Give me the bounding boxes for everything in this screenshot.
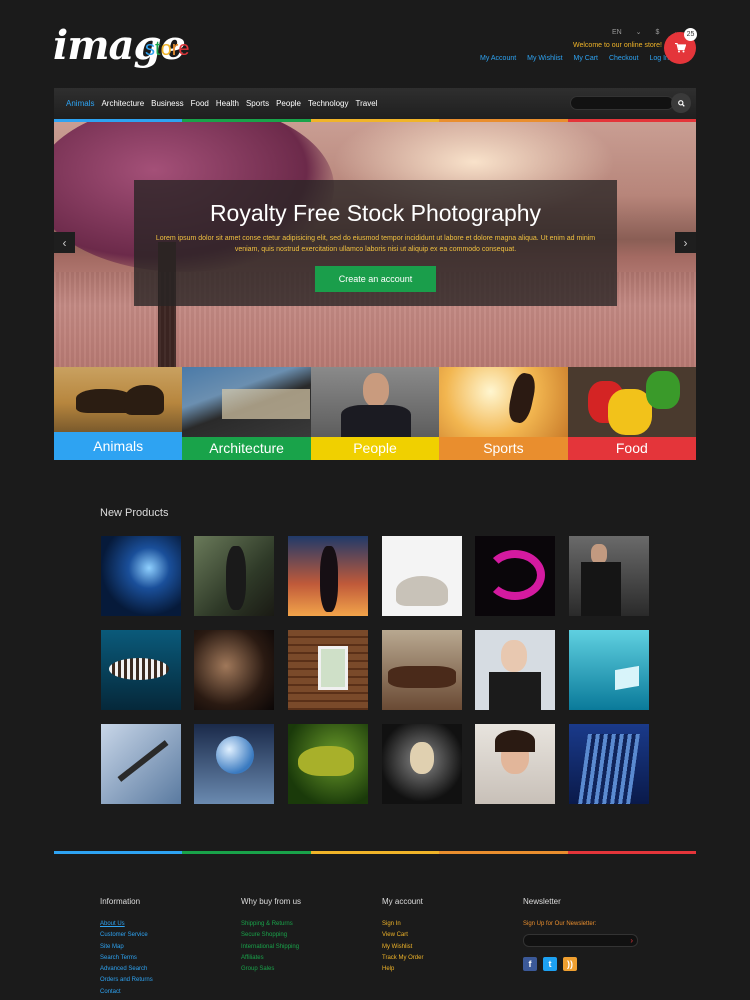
product-thumbnail-9[interactable] <box>288 630 368 710</box>
footer-link-my-wishlist[interactable]: My Wishlist <box>382 942 423 953</box>
product-thumbnail-7[interactable] <box>101 630 181 710</box>
my-account-link[interactable]: My Account <box>480 55 516 62</box>
language-select[interactable]: EN ⌄ <box>612 29 642 36</box>
hero-description: Lorem ipsum dolor sit amet conse ctetur … <box>155 235 596 253</box>
footer-why-buy: Why buy from us Shipping & Returns Secur… <box>241 897 301 975</box>
animals-photo <box>54 367 183 432</box>
product-thumbnail-11[interactable] <box>475 630 555 710</box>
nav-item-technology[interactable]: Technology <box>308 99 348 108</box>
footer-link-customer-service[interactable]: Customer Service <box>100 930 153 941</box>
my-cart-link[interactable]: My Cart <box>573 55 598 62</box>
sports-photo <box>439 367 568 437</box>
nav-item-sports[interactable]: Sports <box>246 99 269 108</box>
slider-prev-button[interactable]: ‹ <box>54 232 75 253</box>
product-thumbnail-5[interactable] <box>475 536 555 616</box>
nav-item-business[interactable]: Business <box>151 99 183 108</box>
category-tile-food[interactable]: Food <box>567 367 697 460</box>
product-thumbnail-17[interactable] <box>475 724 555 804</box>
product-thumbnail-12[interactable] <box>569 630 649 710</box>
product-thumbnail-14[interactable] <box>194 724 274 804</box>
rss-icon[interactable]: )) <box>563 957 577 972</box>
nav-item-health[interactable]: Health <box>216 99 239 108</box>
product-thumbnail-13[interactable] <box>101 724 181 804</box>
product-thumbnail-16[interactable] <box>382 724 462 804</box>
product-thumbnail-18[interactable] <box>569 724 649 804</box>
category-tile-animals[interactable]: Animals <box>54 367 183 460</box>
footer-link-about-us[interactable]: About Us <box>100 919 153 930</box>
footer-my-account-title: My account <box>382 897 423 906</box>
nav-item-people[interactable]: People <box>276 99 301 108</box>
slider-next-button[interactable]: › <box>675 232 696 253</box>
footer-link-orders-returns[interactable]: Orders and Returns <box>100 975 153 986</box>
category-tiles: Animals Architecture People Sports Food <box>54 367 697 460</box>
nav-item-food[interactable]: Food <box>191 99 209 108</box>
category-tile-architecture[interactable]: Architecture <box>182 367 311 460</box>
search-button[interactable] <box>671 93 691 113</box>
twitter-icon[interactable]: t <box>543 957 557 972</box>
main-navigation: Animals Architecture Business Food Health Spo… <box>54 88 696 119</box>
footer-link-shipping-returns[interactable]: Shipping & Returns <box>241 919 301 930</box>
footer-link-secure-shopping[interactable]: Secure Shopping <box>241 930 301 941</box>
newsletter-email-input[interactable]: › <box>523 934 638 948</box>
footer-link-track-order[interactable]: Track My Order <box>382 953 423 964</box>
product-thumbnail-6[interactable] <box>569 536 649 616</box>
product-thumbnail-15[interactable] <box>288 724 368 804</box>
footer-information: Information About Us Customer Service Si… <box>100 897 153 998</box>
new-products-heading: New Products <box>100 507 169 519</box>
footer-link-group-sales[interactable]: Group Sales <box>241 964 301 975</box>
hero-title: Royalty Free Stock Photography <box>209 200 542 226</box>
checkout-link[interactable]: Checkout <box>609 55 639 62</box>
product-thumbnail-2[interactable] <box>194 536 274 616</box>
nav-item-architecture[interactable]: Architecture <box>101 99 144 108</box>
footer-my-account: My account Sign In View Cart My Wishlist… <box>382 897 423 975</box>
footer-link-site-map[interactable]: Site Map <box>100 942 153 953</box>
product-thumbnail-8[interactable] <box>194 630 274 710</box>
color-stripe-bottom <box>54 851 697 854</box>
footer-link-advanced-search[interactable]: Advanced Search <box>100 964 153 975</box>
footer-newsletter: Newsletter Sign Up for Our Newsletter: ›… <box>523 897 638 972</box>
people-photo <box>310 367 440 437</box>
facebook-icon[interactable]: f <box>523 957 537 972</box>
search-icon <box>677 99 685 107</box>
footer-link-view-cart[interactable]: View Cart <box>382 930 423 941</box>
footer-link-contact[interactable]: Contact <box>100 987 153 998</box>
footer-link-affiliates[interactable]: Affiliates <box>241 953 301 964</box>
chevron-left-icon: ‹ <box>62 235 67 250</box>
account-links: My Account My Wishlist My Cart Checkout … <box>480 55 678 62</box>
search-input[interactable] <box>570 96 674 110</box>
nav-item-animals[interactable]: Animals <box>66 99 94 108</box>
architecture-photo <box>182 367 311 437</box>
product-thumbnail-1[interactable] <box>101 536 181 616</box>
footer-newsletter-title: Newsletter <box>523 897 561 906</box>
newsletter-label: Sign Up for Our Newsletter: <box>523 921 597 927</box>
footer-link-help[interactable]: Help <box>382 964 423 975</box>
footer-information-title: Information <box>100 897 141 906</box>
product-thumbnail-4[interactable] <box>382 536 462 616</box>
hero-caption: Royalty Free Stock Photography Lorem ips… <box>134 180 617 306</box>
footer-link-international-shipping[interactable]: International Shipping <box>241 942 301 953</box>
social-links: f t )) <box>523 957 638 972</box>
nav-item-travel[interactable]: Travel <box>356 99 378 108</box>
footer-link-sign-in[interactable]: Sign In <box>382 919 423 930</box>
welcome-message: Welcome to our online store! <box>573 42 662 49</box>
chevron-right-icon[interactable]: › <box>630 935 633 946</box>
cart-count-badge: 25 <box>684 28 697 41</box>
footer-why-buy-title: Why buy from us <box>241 897 302 906</box>
footer-link-search-terms[interactable]: Search Terms <box>100 953 153 964</box>
logo-store-word: store <box>145 38 190 60</box>
my-wishlist-link[interactable]: My Wishlist <box>527 55 562 62</box>
category-tile-people[interactable]: People <box>310 367 440 460</box>
chevron-right-icon: › <box>683 235 688 250</box>
product-thumbnail-3[interactable] <box>288 536 368 616</box>
food-photo <box>567 367 697 437</box>
category-tile-sports[interactable]: Sports <box>439 367 568 460</box>
hero-slider: Royalty Free Stock Photography Lorem ips… <box>54 122 696 367</box>
create-account-button[interactable]: Create an account <box>315 266 436 292</box>
product-thumbnail-10[interactable] <box>382 630 462 710</box>
shopping-cart-icon <box>674 43 686 53</box>
